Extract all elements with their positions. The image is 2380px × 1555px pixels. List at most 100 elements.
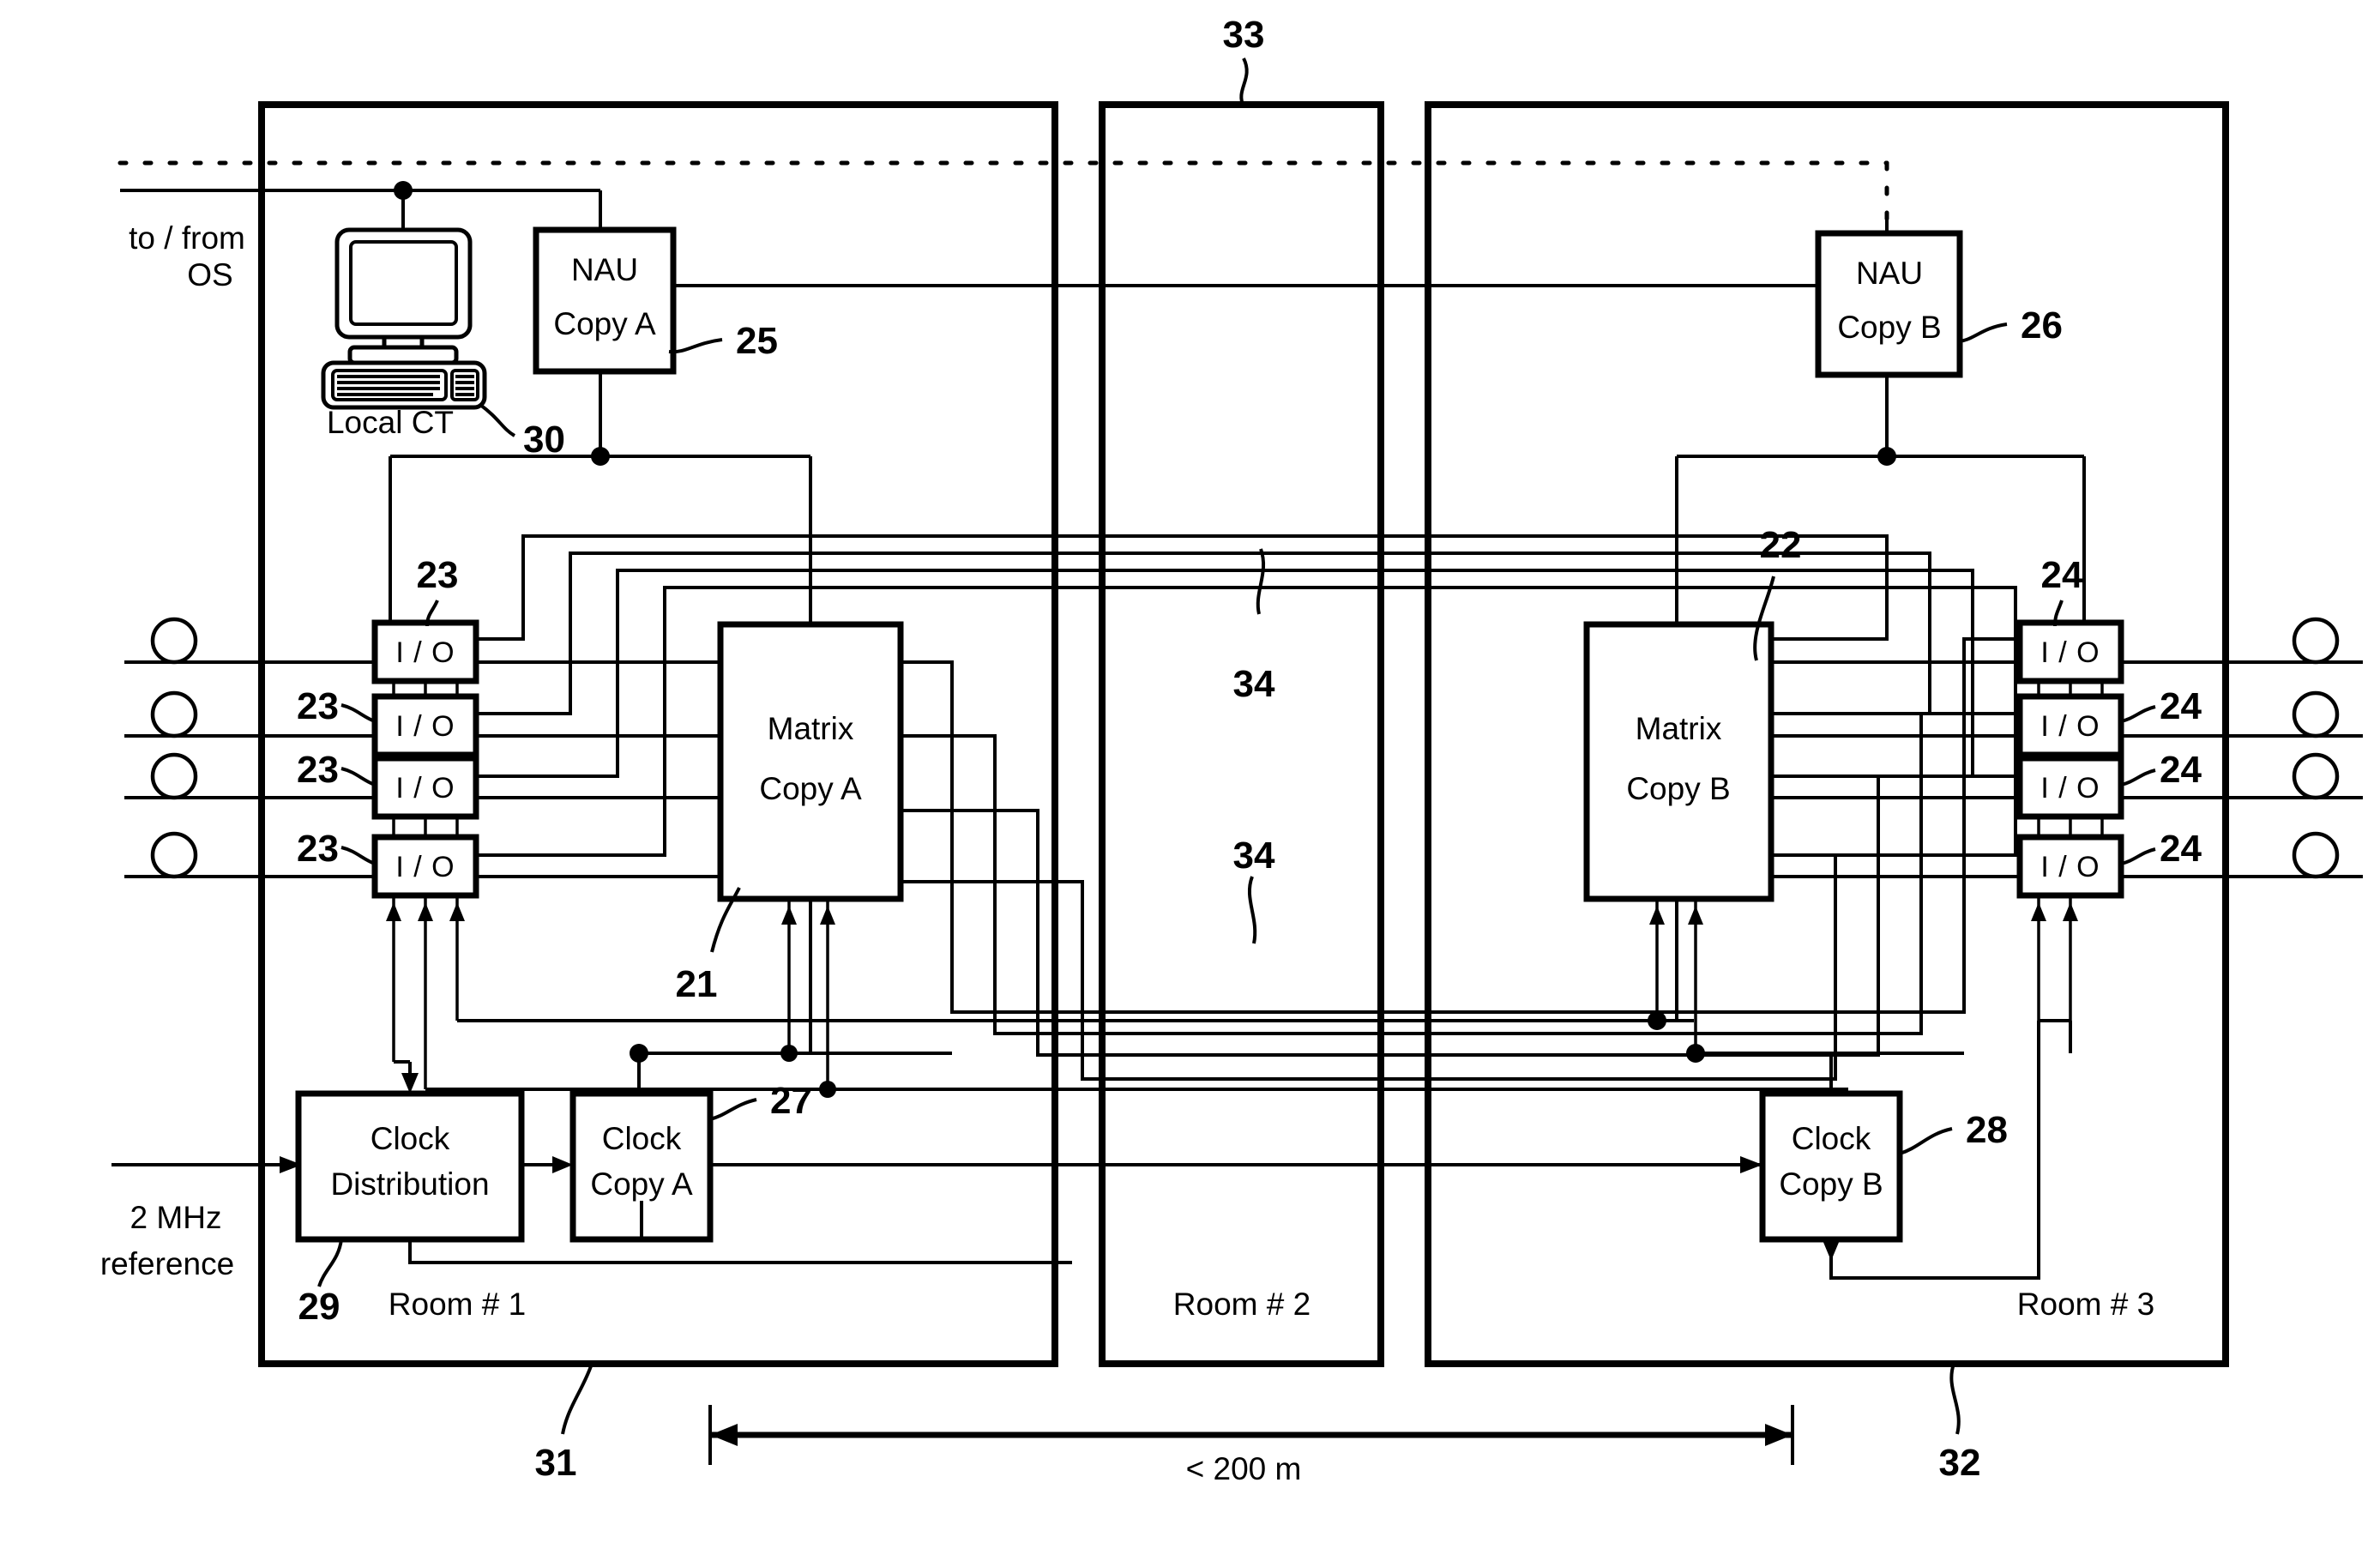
io-left-2-label: I / O bbox=[395, 710, 455, 743]
room-2-boundary bbox=[1099, 101, 1384, 1367]
arrow-clockdist-clockcopya bbox=[552, 1156, 573, 1173]
ref-28: 28 bbox=[1966, 1109, 2008, 1151]
label-to-from-os-line2: OS bbox=[187, 257, 232, 292]
terminal-circle-left-1 bbox=[150, 617, 198, 665]
clock-copy-a-line2: Copy A bbox=[590, 1166, 693, 1202]
terminal-circle-left-2 bbox=[150, 690, 198, 738]
link-matrix-a-io-r2 bbox=[901, 712, 2020, 1035]
ref-34-lower: 34 bbox=[1233, 835, 1275, 877]
nau-copy-b-line1: NAU bbox=[1856, 256, 1923, 291]
ref-30: 30 bbox=[523, 419, 565, 461]
nau-copy-b-box bbox=[1815, 230, 1963, 378]
ref-23-c: 23 bbox=[297, 749, 339, 791]
label-room-3: Room # 3 bbox=[2017, 1287, 2154, 1322]
ref-27: 27 bbox=[770, 1080, 812, 1122]
leader-line-24-c bbox=[2120, 768, 2156, 787]
ref-23-d: 23 bbox=[297, 828, 339, 870]
clock-copy-a-line1: Clock bbox=[602, 1121, 682, 1156]
matrix-copy-a-line2: Copy A bbox=[759, 771, 862, 806]
matrix-copy-b-line1: Matrix bbox=[1636, 711, 1722, 746]
terminal-circle-left-4 bbox=[150, 831, 198, 879]
matrix-copy-b-box bbox=[1583, 621, 1774, 902]
ref-25: 25 bbox=[736, 320, 778, 362]
link-matrix-a-io-r4 bbox=[901, 853, 2020, 1081]
ref-32: 32 bbox=[1939, 1442, 1981, 1484]
ref-24-d: 24 bbox=[2160, 828, 2202, 870]
clock-copy-b-line2: Copy B bbox=[1779, 1166, 1883, 1202]
terminal-circle-right-1 bbox=[2292, 617, 2340, 665]
leader-line-23-b bbox=[340, 703, 376, 723]
local-ct-computer-icon bbox=[321, 227, 487, 410]
label-distance: < 200 m bbox=[1186, 1451, 1302, 1486]
ref-22: 22 bbox=[1760, 524, 1802, 566]
leader-line-24-d bbox=[2120, 847, 2156, 865]
link-matrix-a-io-r1 bbox=[901, 637, 2020, 1014]
terminal-circle-right-3 bbox=[2292, 752, 2340, 800]
clock-distribution-line1: Clock bbox=[371, 1121, 450, 1156]
ref-26: 26 bbox=[2021, 304, 2063, 347]
leader-line-23-d bbox=[340, 846, 376, 865]
ref-24-c: 24 bbox=[2160, 749, 2202, 791]
leader-line-33 bbox=[1239, 57, 1249, 107]
io-left-1-label: I / O bbox=[395, 636, 455, 669]
link-io-l4-matrix-b bbox=[476, 586, 2017, 857]
ref-23-a: 23 bbox=[417, 554, 459, 596]
matrix-copy-a-line1: Matrix bbox=[768, 711, 854, 746]
arrow-ctrl-clockdist bbox=[401, 1073, 419, 1094]
matrix-copy-b-line2: Copy B bbox=[1626, 771, 1730, 806]
nau-copy-a-box bbox=[533, 226, 677, 375]
label-local-ct: Local CT bbox=[327, 405, 454, 440]
label-to-from-os-line1: to / from bbox=[129, 220, 245, 256]
leader-line-29 bbox=[317, 1239, 343, 1287]
figure-canvas: to / from OS NAU Copy A 25 NAU Copy B 26… bbox=[0, 0, 2380, 1555]
ref-23-b: 23 bbox=[297, 685, 339, 727]
terminal-circle-right-4 bbox=[2292, 831, 2340, 879]
ref-29: 29 bbox=[298, 1286, 340, 1328]
io-right-3-label: I / O bbox=[2040, 772, 2100, 805]
leader-line-30 bbox=[479, 403, 516, 437]
block-diagram-svg: to / from OS NAU Copy A 25 NAU Copy B 26… bbox=[100, 14, 2363, 1486]
nau-copy-a-line2: Copy A bbox=[553, 306, 656, 341]
leader-line-31 bbox=[561, 1363, 593, 1435]
ref-33: 33 bbox=[1223, 14, 1265, 56]
leader-line-28 bbox=[1899, 1127, 1953, 1155]
label-room-2: Room # 2 bbox=[1173, 1287, 1311, 1322]
label-room-1: Room # 1 bbox=[389, 1287, 526, 1322]
leader-line-32 bbox=[1949, 1363, 1961, 1435]
dimension-arrow-right bbox=[1765, 1424, 1793, 1446]
label-2mhz-line1: 2 MHz bbox=[130, 1200, 222, 1235]
leader-line-24-b bbox=[2120, 705, 2156, 723]
clock-dist-aux-out bbox=[408, 1239, 1072, 1264]
matrix-a-clock-inputs bbox=[780, 899, 836, 1098]
leader-line-34-lower bbox=[1247, 876, 1257, 944]
leader-line-26 bbox=[1956, 322, 2008, 343]
nau-copy-b-line2: Copy B bbox=[1837, 310, 1941, 345]
junction-dot-clockb-feed bbox=[1648, 1011, 1666, 1030]
dimension-arrow-left bbox=[710, 1424, 738, 1446]
io-right-1-label: I / O bbox=[2040, 636, 2100, 669]
terminal-circle-right-2 bbox=[2292, 690, 2340, 738]
nau-copy-a-line1: NAU bbox=[571, 252, 638, 287]
clock-copy-b-line1: Clock bbox=[1792, 1121, 1871, 1156]
arrow-clockcopyb-down bbox=[1823, 1240, 1840, 1261]
io-right-4-label: I / O bbox=[2040, 851, 2100, 883]
ref-24-b: 24 bbox=[2160, 685, 2202, 727]
junction-dot-os-ct bbox=[394, 181, 413, 200]
clock-distribution-line2: Distribution bbox=[330, 1166, 489, 1202]
ref-24-a: 24 bbox=[2041, 554, 2083, 596]
io-right-2-label: I / O bbox=[2040, 710, 2100, 743]
io-left-3-label: I / O bbox=[395, 772, 455, 805]
junction-dot-matrixb-clock bbox=[1686, 1044, 1705, 1063]
leader-line-34-upper bbox=[1256, 548, 1266, 615]
ref-21: 21 bbox=[676, 963, 718, 1005]
matrix-copy-a-box bbox=[717, 621, 904, 902]
leader-line-27 bbox=[709, 1098, 757, 1121]
label-2mhz-line2: reference bbox=[100, 1246, 234, 1281]
io-left-4-label: I / O bbox=[395, 851, 455, 883]
arrow-into-clockcopyb bbox=[1740, 1156, 1762, 1173]
leader-line-23-c bbox=[340, 767, 376, 787]
ref-31: 31 bbox=[535, 1442, 577, 1484]
leader-line-25 bbox=[668, 338, 723, 354]
terminal-circle-left-3 bbox=[150, 752, 198, 800]
ref-34-upper: 34 bbox=[1233, 663, 1275, 705]
